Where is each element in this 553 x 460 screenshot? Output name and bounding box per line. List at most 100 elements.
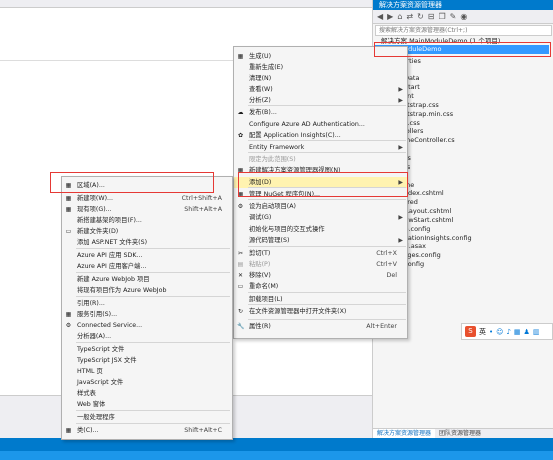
collapse-icon[interactable]: ⊟ bbox=[428, 12, 435, 21]
keyboard-icon[interactable]: ▦ bbox=[514, 328, 521, 336]
menu-item[interactable]: ▤ 粘贴(P) Ctrl+V bbox=[234, 259, 407, 270]
panel-tabs: 解决方案资源管理器 团队资源管理器 bbox=[373, 428, 553, 438]
microphone-icon[interactable]: ♪ bbox=[506, 328, 510, 336]
submenu-item-icon: ▦ bbox=[65, 427, 72, 434]
submenu-item-icon: ⚙ bbox=[65, 322, 72, 329]
menu-item[interactable]: 查看(W) ▶ bbox=[234, 84, 407, 95]
submenu-item[interactable]: ⚙ Connected Service... bbox=[62, 320, 232, 331]
submenu-item[interactable]: TypeScript 文件 bbox=[62, 344, 232, 355]
submenu-item[interactable]: 将现有项目作为 Azure WebJob bbox=[62, 285, 232, 296]
submenu-arrow-icon: ▶ bbox=[398, 214, 403, 221]
user-icon[interactable]: ♟ bbox=[524, 328, 530, 336]
submenu-item-icon: ▦ bbox=[65, 206, 72, 213]
ime-language[interactable]: 英 bbox=[479, 327, 486, 337]
menu-item[interactable]: ☁ 发布(B)... bbox=[234, 107, 407, 118]
submenu-item[interactable]: 添加 ASP.NET 文件夹(S) bbox=[62, 237, 232, 248]
menu-item[interactable]: Configure Azure AD Authentication... bbox=[234, 119, 407, 130]
submenu-item-label: 服务引用(S)... bbox=[77, 311, 118, 318]
menu-item-label: 移除(V) bbox=[249, 272, 271, 279]
preview-icon[interactable]: ◉ bbox=[460, 12, 467, 21]
tree-item[interactable]: _Layout.cshtml bbox=[402, 207, 451, 215]
submenu-item[interactable]: JavaScript 文件 bbox=[62, 377, 232, 388]
menu-separator bbox=[248, 246, 406, 247]
submenu-item[interactable]: HTML 页 bbox=[62, 366, 232, 377]
home-icon[interactable]: ⌂ bbox=[397, 12, 402, 21]
menu-item[interactable]: 源代码管理(S) ▶ bbox=[234, 235, 407, 246]
forward-icon[interactable]: ▶ bbox=[387, 12, 393, 21]
submenu-item-label: TypeScript 文件 bbox=[77, 346, 125, 353]
back-icon[interactable]: ◀ bbox=[377, 12, 383, 21]
submenu-item[interactable]: TypeScript JSX 文件 bbox=[62, 355, 232, 366]
menu-item[interactable]: 初始化与项目的交互式操作 bbox=[234, 224, 407, 235]
menu-item-label: 限定为此范围(S) bbox=[249, 156, 296, 163]
submenu-item[interactable]: ▦ 类(C)... Shift+Alt+C bbox=[62, 425, 232, 436]
menu-item-label: 卸载项目(L) bbox=[249, 296, 283, 303]
submenu-item[interactable]: 分析器(A)... bbox=[62, 331, 232, 342]
annotation-add-box bbox=[238, 172, 408, 197]
submenu-item[interactable]: 一般处理程序 bbox=[62, 412, 232, 423]
menu-separator bbox=[76, 410, 230, 411]
menu-item-icon: ▦ bbox=[237, 53, 244, 60]
submenu-item-shortcut: Shift+Alt+A bbox=[184, 206, 222, 213]
solution-explorer-search-input[interactable]: 搜索解决方案资源管理器(Ctrl+;) bbox=[375, 25, 552, 36]
menu-item[interactable]: 🔧 属性(R) Alt+Enter bbox=[234, 321, 407, 332]
submenu-item-label: Azure API 应用 SDK... bbox=[77, 252, 143, 259]
menu-item[interactable]: 重新生成(E) bbox=[234, 62, 407, 73]
properties-wrench-icon[interactable]: ✎ bbox=[450, 12, 457, 21]
submenu-item[interactable]: ▦ 服务引用(S)... bbox=[62, 309, 232, 320]
submenu-item-label: Azure API 应用客户端... bbox=[77, 263, 147, 270]
submenu-item[interactable]: 新建 Azure WebJob 项目 bbox=[62, 274, 232, 285]
punctuation-icon[interactable]: • bbox=[489, 328, 493, 336]
menu-item[interactable]: ↻ 在文件资源管理器中打开文件夹(X) bbox=[234, 306, 407, 317]
submenu-item[interactable]: Azure API 应用 SDK... bbox=[62, 250, 232, 261]
menu-separator bbox=[248, 304, 406, 305]
emoji-icon[interactable]: ☺ bbox=[496, 328, 503, 336]
editor-tab-strip bbox=[0, 0, 372, 8]
menu-item-icon: ✂ bbox=[237, 250, 244, 257]
submenu-item-label: 现有项(G)... bbox=[77, 206, 112, 213]
menu-item[interactable]: 清理(N) bbox=[234, 73, 407, 84]
tab-solution-explorer[interactable]: 解决方案资源管理器 bbox=[373, 429, 436, 438]
menu-item-label: 清理(N) bbox=[249, 75, 272, 82]
menu-separator bbox=[248, 292, 406, 293]
submenu-item[interactable]: ▦ 新建项(W)... Ctrl+Shift+A bbox=[62, 193, 232, 204]
submenu-item-label: 新建项(W)... bbox=[77, 195, 114, 202]
show-all-icon[interactable]: ❐ bbox=[439, 12, 446, 21]
menu-item-label: 重命名(M) bbox=[249, 283, 279, 290]
menu-item[interactable]: 调试(G) ▶ bbox=[234, 212, 407, 223]
menu-item-label: 重新生成(E) bbox=[249, 64, 284, 71]
menu-item-icon: ⚙ bbox=[237, 203, 244, 210]
submenu-item-label: 分析器(A)... bbox=[77, 333, 112, 340]
tree-item[interactable]: Index.cshtml bbox=[402, 189, 444, 197]
menu-item-icon: ✿ bbox=[237, 132, 244, 139]
menu-item[interactable]: ✂ 剪切(T) Ctrl+X bbox=[234, 248, 407, 259]
submenu-item[interactable]: 引用(R)... bbox=[62, 298, 232, 309]
refresh-icon[interactable]: ↻ bbox=[417, 12, 424, 21]
submenu-item-label: 添加 ASP.NET 文件夹(S) bbox=[77, 239, 148, 246]
menu-item-icon: ▤ bbox=[237, 261, 244, 268]
menu-item-label: 查看(W) bbox=[249, 86, 273, 93]
solution-explorer-title: 解决方案资源管理器 bbox=[373, 0, 553, 10]
menu-separator bbox=[248, 140, 406, 141]
submenu-item[interactable]: ▦ 现有项(G)... Shift+Alt+A bbox=[62, 204, 232, 215]
menu-separator bbox=[248, 105, 406, 106]
menu-item-label: 发布(B)... bbox=[249, 109, 277, 116]
submenu-item[interactable]: 样式表 bbox=[62, 388, 232, 399]
submenu-item[interactable]: 新搭建基架的项目(F)... bbox=[62, 215, 232, 226]
tab-team-explorer[interactable]: 团队资源管理器 bbox=[435, 429, 485, 438]
menu-item-icon: ✕ bbox=[237, 272, 244, 279]
submenu-item[interactable]: Azure API 应用客户端... bbox=[62, 261, 232, 272]
submenu-item-label: HTML 页 bbox=[77, 368, 103, 375]
menu-item[interactable]: 限定为此范围(S) bbox=[234, 154, 407, 165]
submenu-arrow-icon: ▶ bbox=[398, 86, 403, 93]
sync-icon[interactable]: ⇄ bbox=[406, 12, 413, 21]
submenu-item[interactable]: ▭ 新建文件夹(D) bbox=[62, 226, 232, 237]
ime-toolbar[interactable]: S 英 • ☺ ♪ ▦ ♟ ▥ bbox=[461, 323, 553, 340]
submenu-item[interactable]: Web 窗体 bbox=[62, 399, 232, 410]
menu-item[interactable]: ✕ 移除(V) Del bbox=[234, 270, 407, 281]
submenu-item-label: 新搭建基架的项目(F)... bbox=[77, 217, 142, 224]
grid-icon[interactable]: ▥ bbox=[533, 328, 540, 336]
menu-item[interactable]: ⚙ 设为启动项目(A) bbox=[234, 201, 407, 212]
submenu-item-label: Web 窗体 bbox=[77, 401, 106, 408]
menu-item[interactable]: ▭ 重命名(M) bbox=[234, 281, 407, 292]
